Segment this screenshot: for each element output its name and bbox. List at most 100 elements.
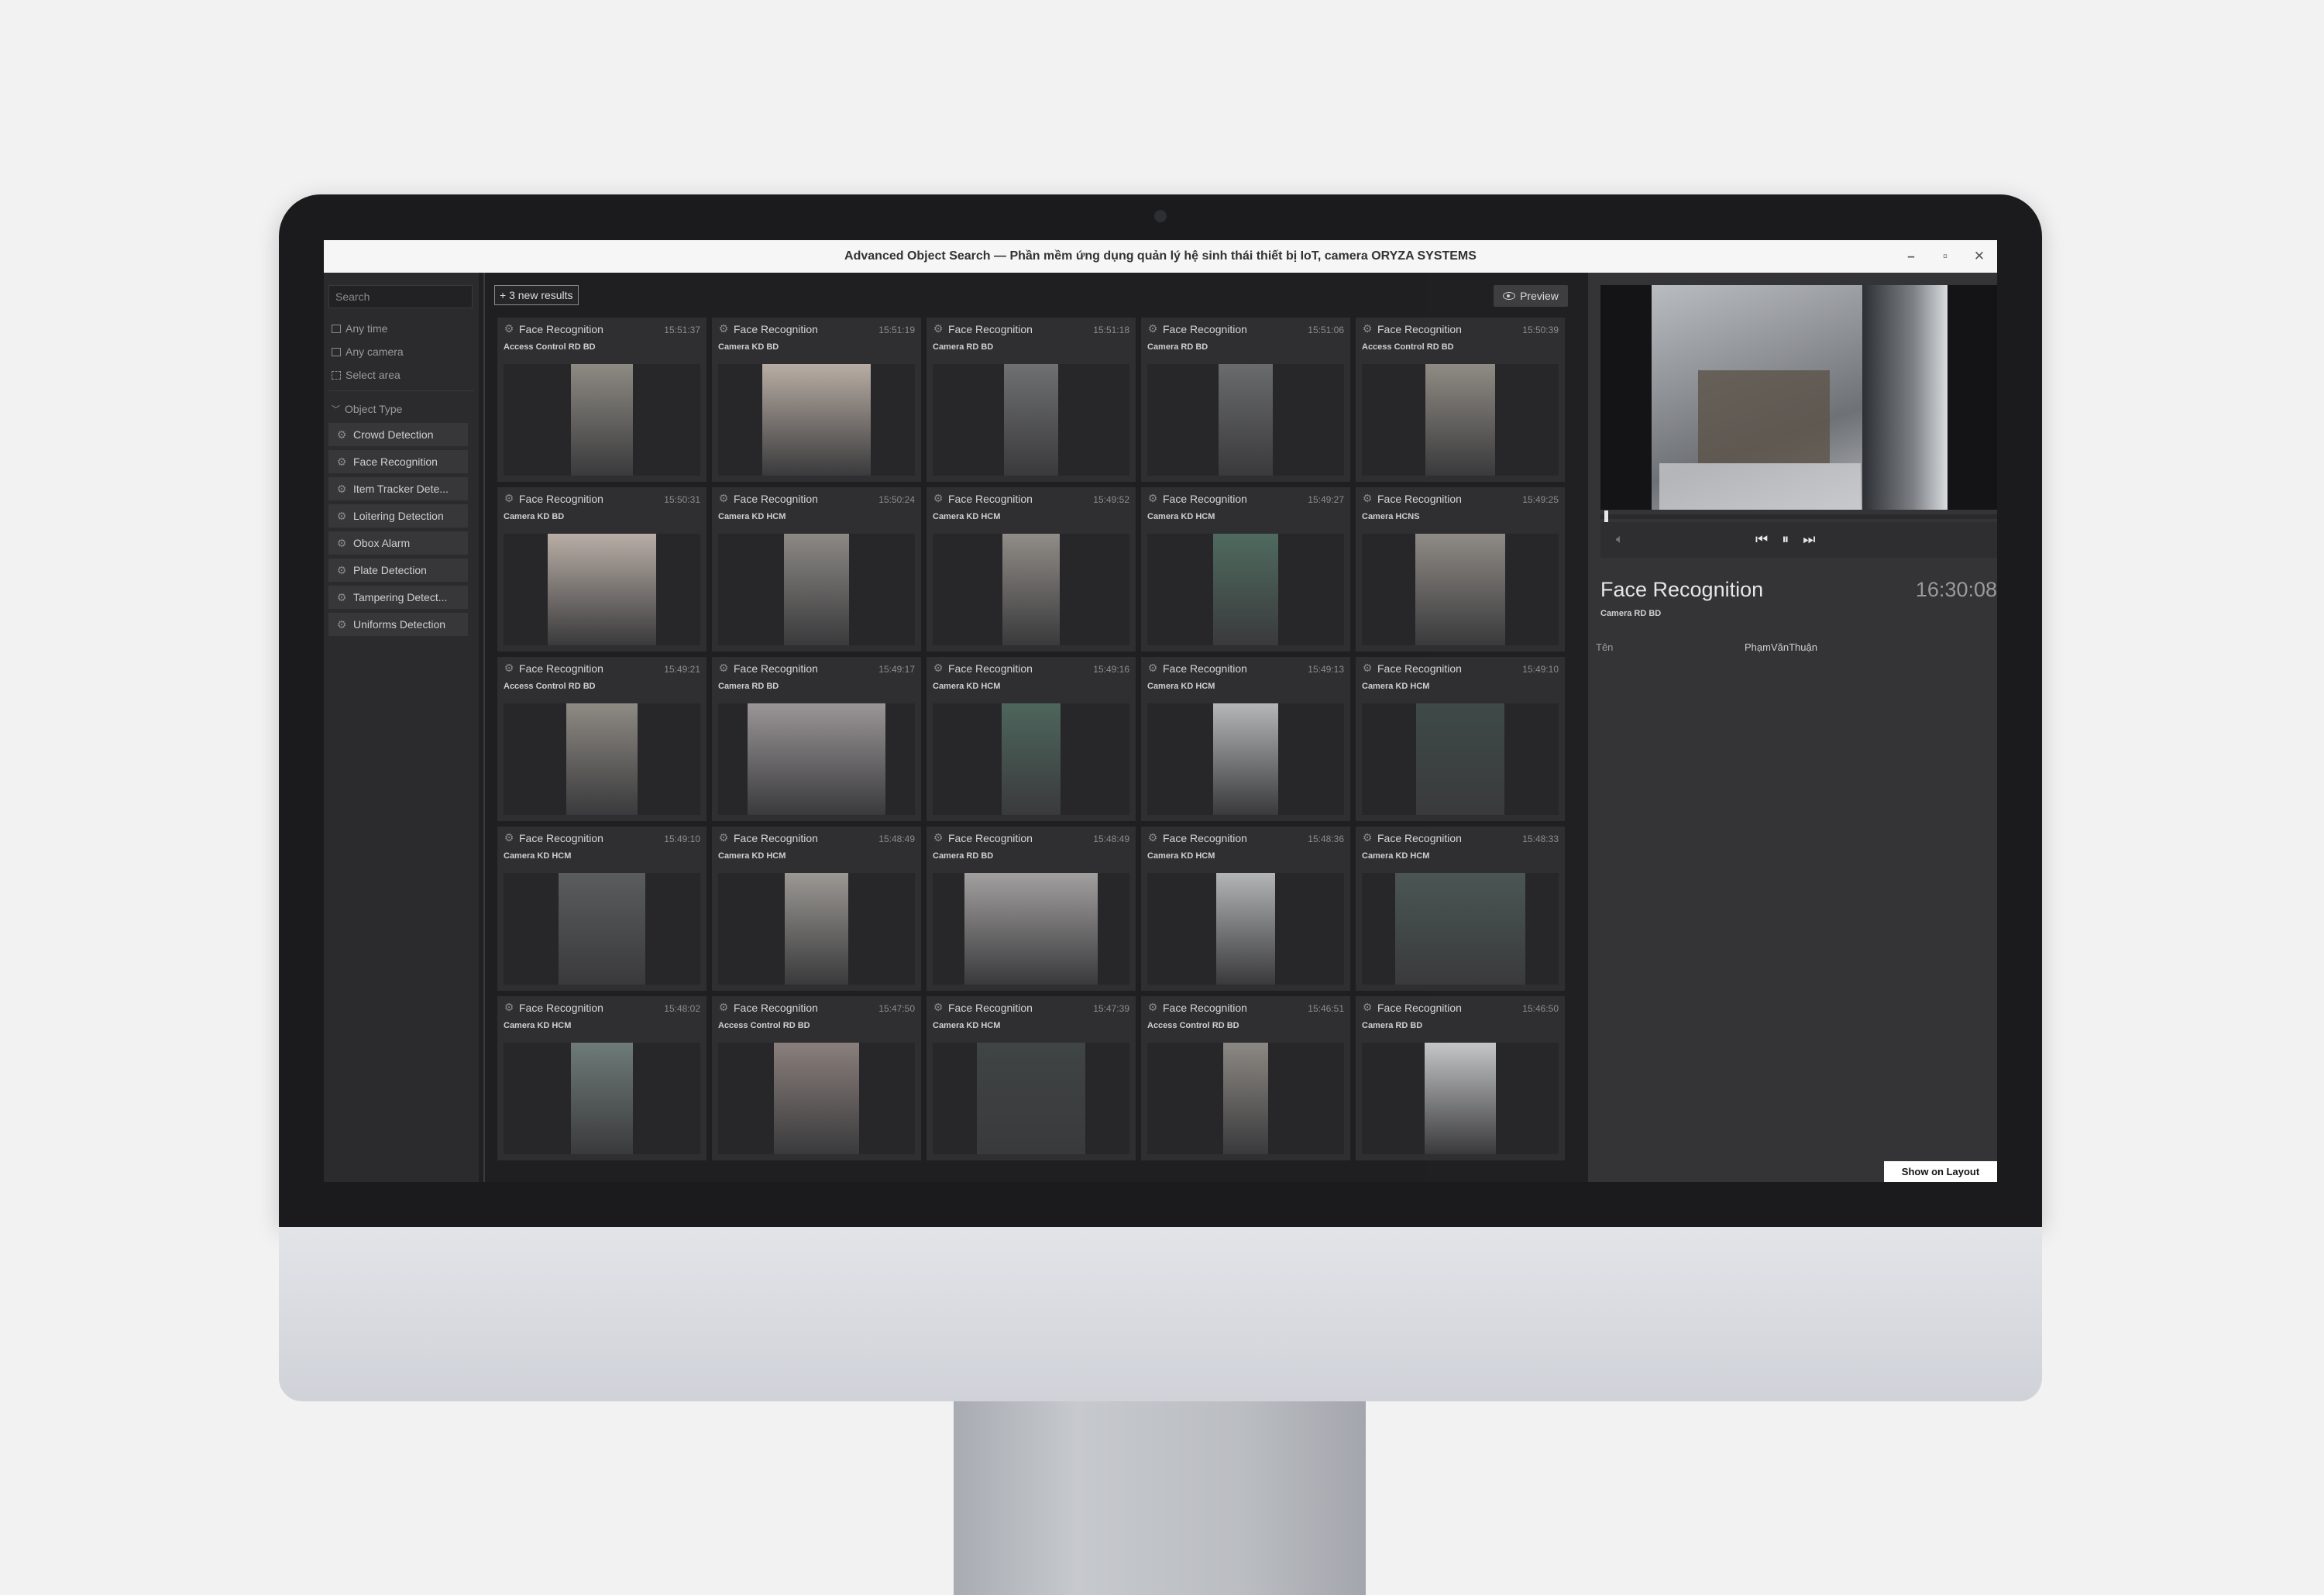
object-type-item[interactable]: ⚙ Crowd Detection bbox=[328, 423, 468, 446]
result-time: 15:50:39 bbox=[1522, 325, 1559, 335]
previous-icon[interactable]: ⏮︎ bbox=[1755, 531, 1768, 548]
thumbnail-area bbox=[504, 873, 700, 985]
result-time: 15:48:33 bbox=[1522, 834, 1559, 844]
result-camera: Camera KD HCM bbox=[933, 512, 1001, 521]
result-time: 15:51:06 bbox=[1308, 325, 1344, 335]
result-thumbnail[interactable] bbox=[566, 703, 638, 815]
result-card[interactable]: ⚙ Face Recognition 15:48:49 Camera KD HCM bbox=[712, 827, 921, 991]
result-thumbnail[interactable] bbox=[1416, 703, 1504, 815]
result-card[interactable]: ⚙ Face Recognition 15:49:16 Camera KD HCM bbox=[927, 657, 1136, 821]
result-thumbnail[interactable] bbox=[1425, 364, 1495, 476]
result-time: 15:48:49 bbox=[1093, 834, 1129, 844]
result-card[interactable]: ⚙ Face Recognition 15:51:19 Camera KD BD bbox=[712, 318, 921, 482]
result-type: ⚙ Face Recognition bbox=[1360, 492, 1462, 505]
result-thumbnail[interactable] bbox=[571, 1043, 633, 1154]
result-card[interactable]: ⚙ Face Recognition 15:49:10 Camera KD HCM bbox=[497, 827, 706, 991]
object-type-item[interactable]: ⚙ Plate Detection bbox=[328, 559, 468, 582]
result-camera: Camera KD HCM bbox=[1147, 682, 1215, 691]
result-thumbnail[interactable] bbox=[1213, 703, 1278, 815]
preview-button[interactable]: Preview bbox=[1494, 285, 1568, 307]
result-thumbnail[interactable] bbox=[1425, 1043, 1496, 1154]
object-type-label: Obox Alarm bbox=[353, 537, 411, 549]
result-type-label: Face Recognition bbox=[519, 831, 603, 844]
filter-camera[interactable]: Any camera bbox=[332, 345, 404, 358]
eye-icon bbox=[1503, 292, 1516, 300]
gear-icon: ⚙ bbox=[933, 831, 944, 844]
result-card[interactable]: ⚙ Face Recognition 15:50:31 Camera KD BD bbox=[497, 487, 706, 651]
result-thumbnail[interactable] bbox=[762, 364, 871, 476]
thumbnail-area bbox=[1362, 534, 1559, 645]
result-thumbnail[interactable] bbox=[1395, 873, 1525, 985]
result-card[interactable]: ⚙ Face Recognition 15:46:51 Access Control … bbox=[1141, 996, 1350, 1160]
next-icon[interactable]: ⏭︎ bbox=[1803, 531, 1815, 548]
minimize-button[interactable]: – bbox=[1903, 249, 1920, 264]
result-thumbnail[interactable] bbox=[548, 534, 656, 645]
volume-icon[interactable]: 🔈︎ bbox=[1616, 533, 1624, 547]
result-thumbnail[interactable] bbox=[1216, 873, 1275, 985]
result-thumbnail[interactable] bbox=[785, 873, 848, 985]
result-thumbnail[interactable] bbox=[748, 703, 885, 815]
object-type-item[interactable]: ⚙ Loitering Detection bbox=[328, 504, 468, 528]
result-time: 15:48:49 bbox=[878, 834, 915, 844]
show-on-layout-button[interactable]: Show on Layout bbox=[1884, 1161, 1997, 1182]
gear-icon: ⚙ bbox=[933, 322, 944, 335]
thumbnail-area bbox=[933, 534, 1129, 645]
result-thumbnail[interactable] bbox=[1223, 1043, 1268, 1154]
result-card[interactable]: ⚙ Face Recognition 15:49:10 Camera KD HCM bbox=[1356, 657, 1565, 821]
result-thumbnail[interactable] bbox=[1219, 364, 1273, 476]
object-type-item[interactable]: ⚙ Face Recognition bbox=[328, 450, 468, 473]
timeline-knob[interactable] bbox=[1604, 510, 1608, 523]
result-card[interactable]: ⚙ Face Recognition 15:49:27 Camera KD HCM bbox=[1141, 487, 1350, 651]
result-card[interactable]: ⚙ Face Recognition 15:48:36 Camera KD HCM bbox=[1141, 827, 1350, 991]
result-card[interactable]: ⚙ Face Recognition 15:51:18 Camera RD BD bbox=[927, 318, 1136, 482]
search-input[interactable] bbox=[328, 285, 473, 308]
result-card[interactable]: ⚙ Face Recognition 15:49:52 Camera KD HCM bbox=[927, 487, 1136, 651]
object-type-item[interactable]: ⚙ Uniforms Detection bbox=[328, 613, 468, 636]
object-type-label: Face Recognition bbox=[353, 455, 438, 468]
result-type-label: Face Recognition bbox=[734, 492, 818, 505]
result-thumbnail[interactable] bbox=[1415, 534, 1505, 645]
thumbnail-area bbox=[718, 1043, 915, 1154]
result-card[interactable]: ⚙ Face Recognition 15:47:50 Access Control … bbox=[712, 996, 921, 1160]
gear-icon: ⚙ bbox=[1362, 831, 1373, 844]
result-card[interactable]: ⚙ Face Recognition 15:51:37 Access Control … bbox=[497, 318, 706, 482]
video-timeline[interactable] bbox=[1600, 510, 1997, 523]
new-results-button[interactable]: + 3 new results bbox=[494, 285, 579, 305]
result-thumbnail[interactable] bbox=[1002, 703, 1061, 815]
result-card[interactable]: ⚙ Face Recognition 15:50:39 Access Control … bbox=[1356, 318, 1565, 482]
object-type-header[interactable]: ﹀ Object Type bbox=[332, 403, 402, 415]
result-card[interactable]: ⚙ Face Recognition 15:49:17 Camera RD BD bbox=[712, 657, 921, 821]
result-card[interactable]: ⚙ Face Recognition 15:49:13 Camera KD HCM bbox=[1141, 657, 1350, 821]
pause-icon[interactable]: ⏸︎ bbox=[1782, 531, 1789, 548]
object-type-item[interactable]: ⚙ Obox Alarm bbox=[328, 531, 468, 555]
result-card[interactable]: ⚙ Face Recognition 15:48:02 Camera KD HCM bbox=[497, 996, 706, 1160]
result-card[interactable]: ⚙ Face Recognition 15:46:50 Camera RD BD bbox=[1356, 996, 1565, 1160]
result-thumbnail[interactable] bbox=[559, 873, 645, 985]
result-card[interactable]: ⚙ Face Recognition 15:48:33 Camera KD HCM bbox=[1356, 827, 1565, 991]
maximize-button[interactable]: ▫ bbox=[1937, 249, 1954, 264]
close-button[interactable]: ✕ bbox=[1971, 249, 1988, 264]
result-card[interactable]: ⚙ Face Recognition 15:47:39 Camera KD HCM bbox=[927, 996, 1136, 1160]
filter-time[interactable]: Any time bbox=[332, 322, 387, 335]
result-type: ⚙ Face Recognition bbox=[717, 662, 818, 675]
result-thumbnail[interactable] bbox=[774, 1043, 859, 1154]
result-card[interactable]: ⚙ Face Recognition 15:50:24 Camera KD HCM bbox=[712, 487, 921, 651]
result-camera: Camera KD HCM bbox=[504, 1021, 572, 1030]
result-thumbnail[interactable] bbox=[1004, 364, 1058, 476]
filter-area[interactable]: Select area bbox=[332, 369, 401, 381]
result-card[interactable]: ⚙ Face Recognition 15:49:21 Access Control … bbox=[497, 657, 706, 821]
result-thumbnail[interactable] bbox=[784, 534, 849, 645]
filter-area-label: Select area bbox=[346, 369, 401, 381]
result-thumbnail[interactable] bbox=[977, 1043, 1085, 1154]
result-thumbnail[interactable] bbox=[964, 873, 1098, 985]
result-thumbnail[interactable] bbox=[1002, 534, 1060, 645]
object-type-item[interactable]: ⚙ Tampering Detect... bbox=[328, 586, 468, 609]
result-card[interactable]: ⚙ Face Recognition 15:49:25 Camera HCNS bbox=[1356, 487, 1565, 651]
object-type-item[interactable]: ⚙ Item Tracker Dete... bbox=[328, 477, 468, 500]
result-thumbnail[interactable] bbox=[1213, 534, 1278, 645]
thumbnail-area bbox=[1362, 1043, 1559, 1154]
result-card[interactable]: ⚙ Face Recognition 15:51:06 Camera RD BD bbox=[1141, 318, 1350, 482]
video-player[interactable] bbox=[1600, 285, 1997, 510]
result-thumbnail[interactable] bbox=[571, 364, 633, 476]
result-card[interactable]: ⚙ Face Recognition 15:48:49 Camera RD BD bbox=[927, 827, 1136, 991]
